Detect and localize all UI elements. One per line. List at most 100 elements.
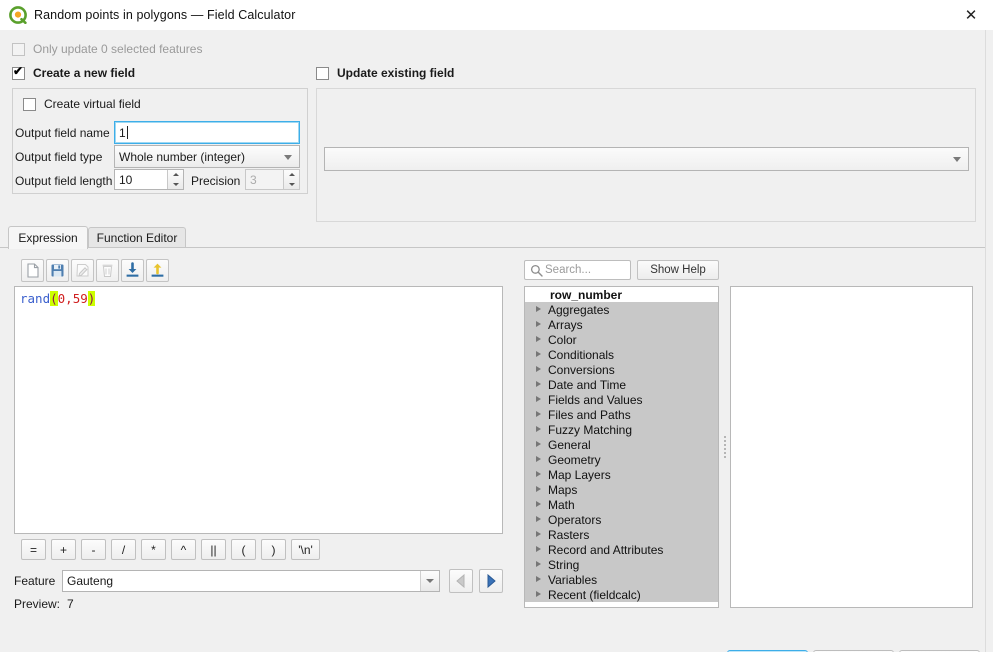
function-tree-category[interactable]: Recent (fieldcalc)	[525, 587, 718, 602]
function-tree-category-label: Files and Paths	[548, 407, 631, 422]
chevron-right-icon[interactable]	[529, 302, 548, 317]
expression-args-token: 0,59	[57, 291, 88, 306]
output-field-type-combo[interactable]: Whole number (integer)	[114, 145, 300, 168]
operator-divide-button[interactable]: /	[111, 539, 136, 560]
expression-close-paren-token: )	[87, 291, 96, 306]
operator-power-button[interactable]: ^	[171, 539, 196, 560]
chevron-right-icon[interactable]	[529, 362, 548, 377]
chevron-right-icon[interactable]	[529, 527, 548, 542]
chevron-right-icon[interactable]	[529, 467, 548, 482]
update-existing-field-checkbox[interactable]: Update existing field	[316, 66, 454, 80]
operator-concat-button[interactable]: ||	[201, 539, 226, 560]
function-tree-category[interactable]: Maps	[525, 482, 718, 497]
chevron-right-icon[interactable]	[529, 572, 548, 587]
chevron-down-icon[interactable]	[420, 571, 439, 591]
function-tree-category[interactable]: Arrays	[525, 317, 718, 332]
function-tree-category[interactable]: Map Layers	[525, 467, 718, 482]
function-tree-category[interactable]: Variables	[525, 572, 718, 587]
close-icon[interactable]: ✕	[949, 0, 993, 30]
function-tree-category-label: Variables	[548, 572, 598, 587]
function-tree-category[interactable]: General	[525, 437, 718, 452]
function-tree-category[interactable]: Rasters	[525, 527, 718, 542]
update-existing-field-label: Update existing field	[337, 66, 455, 80]
operator-close-paren-button[interactable]: )	[261, 539, 286, 560]
function-tree-header[interactable]: row_number	[525, 287, 718, 302]
operator-open-paren-button[interactable]: (	[231, 539, 256, 560]
chevron-right-icon[interactable]	[529, 317, 548, 332]
function-tree-category-label: Maps	[548, 482, 578, 497]
output-field-type-value: Whole number (integer)	[119, 149, 246, 164]
help-panel	[730, 286, 973, 608]
expression-editor[interactable]: rand(0,59)	[14, 286, 503, 534]
function-tree-category[interactable]: Math	[525, 497, 718, 512]
preview-label: Preview:	[14, 597, 61, 611]
tab-label: Expression	[18, 231, 78, 245]
output-field-length-spinbox[interactable]: 10	[114, 169, 184, 190]
function-tree-category[interactable]: Date and Time	[525, 377, 718, 392]
operator-minus-button[interactable]: -	[81, 539, 106, 560]
output-field-length-label: Output field length	[15, 174, 113, 188]
function-tree-category[interactable]: Conditionals	[525, 347, 718, 362]
operator-newline-button[interactable]: '\n'	[291, 539, 320, 560]
function-tree-category-label: Record and Attributes	[548, 542, 664, 557]
create-virtual-field-checkbox[interactable]: Create virtual field	[23, 97, 141, 111]
tab-function-editor[interactable]: Function Editor	[88, 227, 186, 248]
chevron-right-icon[interactable]	[529, 407, 548, 422]
chevron-right-icon[interactable]	[529, 512, 548, 527]
function-tree[interactable]: row_number Aggregates Arrays Color Condition…	[524, 286, 719, 608]
function-tree-category[interactable]: Record and Attributes	[525, 542, 718, 557]
operator-equals-button[interactable]: =	[21, 539, 46, 560]
chevron-right-icon[interactable]	[529, 392, 548, 407]
tab-expression[interactable]: Expression	[8, 226, 88, 249]
save-icon[interactable]	[46, 259, 69, 282]
new-file-icon[interactable]	[21, 259, 44, 282]
import-download-icon[interactable]	[121, 259, 144, 282]
function-tree-category[interactable]: Fuzzy Matching	[525, 422, 718, 437]
chevron-right-icon[interactable]	[529, 332, 548, 347]
chevron-right-icon[interactable]	[529, 587, 548, 602]
function-tree-category[interactable]: Aggregates	[525, 302, 718, 317]
next-feature-icon[interactable]	[479, 569, 503, 593]
feature-value: Gauteng	[67, 574, 114, 588]
chevron-right-icon[interactable]	[529, 497, 548, 512]
chevron-right-icon[interactable]	[529, 452, 548, 467]
feature-combo[interactable]: Gauteng	[62, 570, 440, 592]
existing-field-group	[316, 88, 976, 222]
chevron-right-icon[interactable]	[529, 437, 548, 452]
output-field-name-input[interactable]: 1	[114, 121, 300, 144]
function-tree-category[interactable]: Operators	[525, 512, 718, 527]
export-upload-icon[interactable]	[146, 259, 169, 282]
previous-feature-icon	[449, 569, 473, 593]
function-tree-category[interactable]: String	[525, 557, 718, 572]
function-tree-category[interactable]: Conversions	[525, 362, 718, 377]
spinner-buttons[interactable]	[167, 170, 183, 189]
function-tree-category[interactable]: Fields and Values	[525, 392, 718, 407]
existing-field-combo	[324, 147, 969, 171]
preview-row: Preview: 7	[14, 597, 74, 611]
show-help-button[interactable]: Show Help	[637, 260, 719, 280]
chevron-right-icon[interactable]	[529, 482, 548, 497]
precision-label: Precision	[191, 174, 241, 188]
operator-multiply-button[interactable]: *	[141, 539, 166, 560]
create-virtual-field-label: Create virtual field	[44, 97, 141, 111]
function-tree-category[interactable]: Geometry	[525, 452, 718, 467]
only-update-selected-label: Only update 0 selected features	[33, 42, 203, 56]
function-tree-category-label: Map Layers	[548, 467, 611, 482]
chevron-right-icon[interactable]	[529, 422, 548, 437]
create-new-field-checkbox[interactable]: Create a new field	[12, 65, 135, 80]
function-tree-category-label: Geometry	[548, 452, 601, 467]
function-tree-category[interactable]: Files and Paths	[525, 407, 718, 422]
function-tree-category[interactable]: Color	[525, 332, 718, 347]
chevron-right-icon[interactable]	[529, 542, 548, 557]
panel-splitter[interactable]	[720, 286, 729, 608]
search-icon	[530, 264, 543, 277]
operator-plus-button[interactable]: +	[51, 539, 76, 560]
tab-bar: Expression Function Editor	[0, 226, 985, 249]
chevron-right-icon[interactable]	[529, 377, 548, 392]
chevron-right-icon[interactable]	[529, 347, 548, 362]
chevron-right-icon[interactable]	[529, 557, 548, 572]
search-input[interactable]: Search...	[524, 260, 631, 280]
chevron-down-icon	[284, 154, 292, 160]
search-placeholder: Search...	[545, 264, 592, 276]
expression-function-token: rand	[20, 291, 51, 306]
